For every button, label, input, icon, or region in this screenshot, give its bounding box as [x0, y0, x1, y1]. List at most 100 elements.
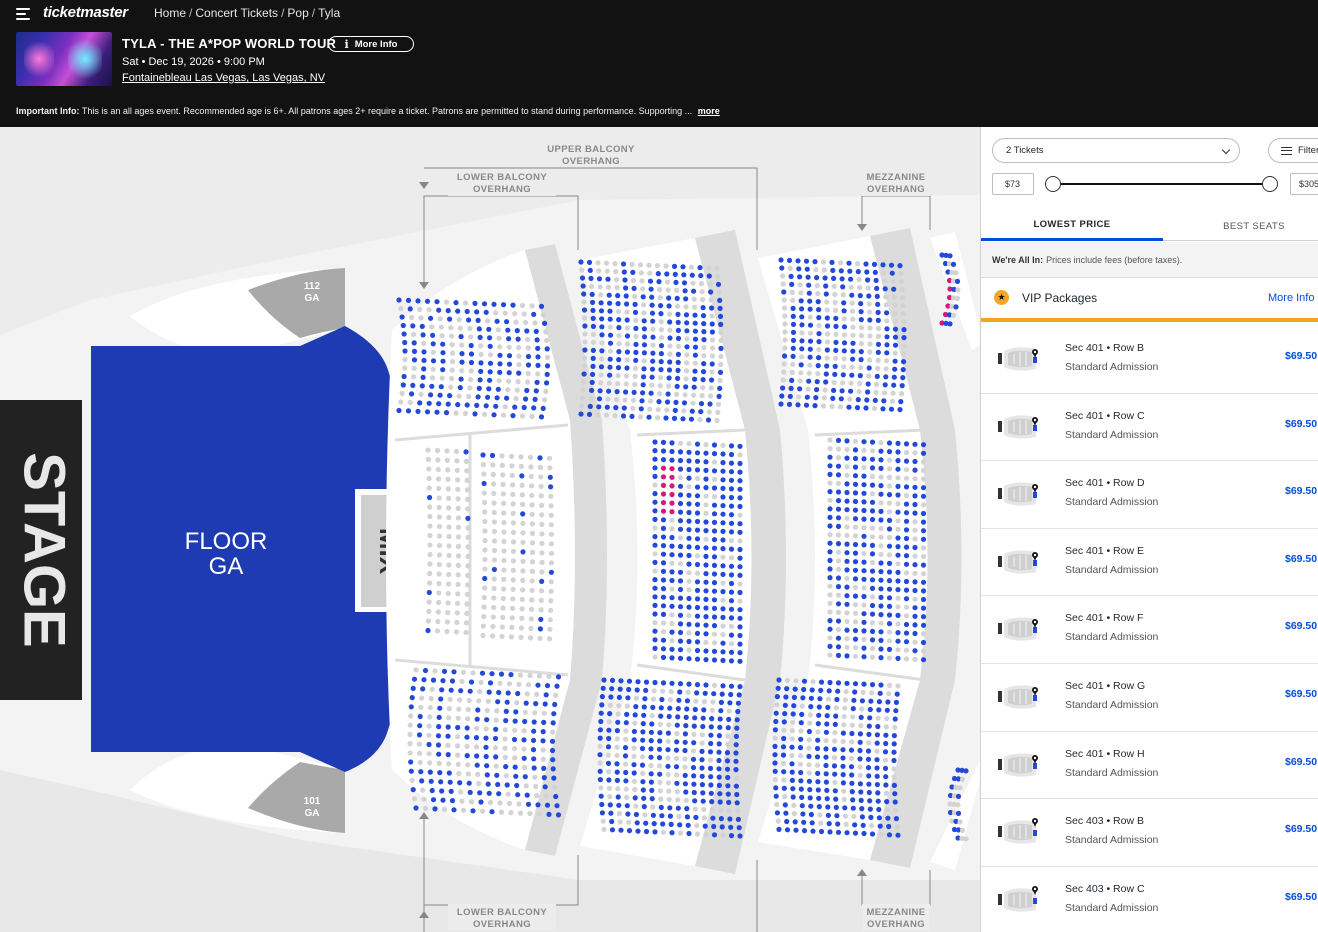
- seat[interactable]: [700, 715, 706, 721]
- seat[interactable]: [652, 516, 658, 523]
- seat[interactable]: [861, 576, 867, 582]
- seat[interactable]: [445, 467, 451, 473]
- seat[interactable]: [866, 365, 872, 371]
- seat[interactable]: [920, 657, 927, 663]
- seat[interactable]: [660, 629, 667, 635]
- seat[interactable]: [476, 385, 482, 391]
- seat[interactable]: [717, 313, 724, 319]
- seat[interactable]: [479, 808, 486, 814]
- seat[interactable]: [782, 794, 788, 800]
- seat[interactable]: [623, 769, 629, 776]
- seat[interactable]: [632, 293, 638, 299]
- seat[interactable]: [694, 501, 701, 507]
- seat[interactable]: [844, 610, 850, 616]
- seat[interactable]: [446, 571, 452, 578]
- seat[interactable]: [460, 669, 467, 675]
- seat[interactable]: [833, 339, 839, 345]
- seat[interactable]: [895, 526, 901, 533]
- seat[interactable]: [681, 408, 687, 414]
- seat[interactable]: [637, 262, 644, 268]
- seat[interactable]: [422, 667, 429, 674]
- seat[interactable]: [867, 357, 873, 363]
- seat[interactable]: [694, 596, 701, 602]
- seat[interactable]: [483, 726, 489, 732]
- seat[interactable]: [493, 763, 499, 769]
- seat[interactable]: [506, 378, 512, 384]
- seat[interactable]: [781, 727, 787, 733]
- seat[interactable]: [692, 360, 698, 366]
- seat[interactable]: [774, 810, 781, 816]
- seat[interactable]: [681, 280, 688, 286]
- seat[interactable]: [878, 629, 884, 635]
- seat[interactable]: [529, 559, 536, 565]
- seat[interactable]: [503, 773, 509, 779]
- seat[interactable]: [685, 822, 691, 828]
- seat[interactable]: [446, 533, 452, 540]
- seat[interactable]: [790, 329, 797, 335]
- seat[interactable]: [898, 399, 904, 405]
- seat[interactable]: [700, 369, 707, 375]
- seat[interactable]: [701, 806, 707, 813]
- ticket-listing[interactable]: Sec 401 • Row B Standard Admission $69.5…: [981, 326, 1318, 394]
- seat[interactable]: [660, 465, 667, 471]
- seat[interactable]: [799, 322, 805, 328]
- seat[interactable]: [841, 796, 847, 803]
- seat[interactable]: [920, 485, 927, 491]
- seat[interactable]: [703, 605, 709, 611]
- seat[interactable]: [709, 337, 716, 343]
- seat[interactable]: [465, 582, 471, 588]
- seat[interactable]: [840, 372, 846, 378]
- seat[interactable]: [510, 586, 516, 593]
- seat[interactable]: [529, 540, 536, 546]
- seat[interactable]: [411, 796, 418, 802]
- seat[interactable]: [501, 567, 507, 573]
- seat[interactable]: [815, 299, 821, 305]
- seat[interactable]: [806, 770, 812, 776]
- seat[interactable]: [669, 448, 675, 455]
- seat[interactable]: [900, 295, 906, 301]
- seat[interactable]: [686, 518, 692, 524]
- seat[interactable]: [493, 310, 499, 316]
- seat[interactable]: [837, 260, 844, 266]
- seat[interactable]: [519, 302, 526, 309]
- seat[interactable]: [895, 630, 901, 636]
- seat[interactable]: [840, 763, 846, 769]
- seat[interactable]: [912, 536, 918, 542]
- seat[interactable]: [869, 473, 876, 480]
- seat[interactable]: [605, 744, 612, 750]
- breadcrumb-tyla[interactable]: Tyla: [318, 6, 340, 20]
- seat[interactable]: [674, 722, 680, 728]
- seat[interactable]: [497, 344, 503, 350]
- seat[interactable]: [920, 588, 927, 594]
- seat[interactable]: [869, 534, 876, 540]
- seat[interactable]: [831, 275, 837, 281]
- seat[interactable]: [692, 320, 698, 326]
- seat[interactable]: [852, 689, 858, 695]
- seat[interactable]: [711, 657, 718, 663]
- seat[interactable]: [886, 440, 893, 446]
- seat[interactable]: [895, 544, 901, 550]
- seat[interactable]: [903, 544, 910, 550]
- seat[interactable]: [694, 536, 701, 542]
- seat[interactable]: [465, 716, 471, 722]
- seat[interactable]: [615, 794, 621, 800]
- seat[interactable]: [427, 542, 433, 548]
- seat[interactable]: [613, 397, 620, 403]
- seat[interactable]: [426, 589, 432, 596]
- seat[interactable]: [832, 363, 838, 369]
- seat[interactable]: [482, 547, 488, 553]
- seat[interactable]: [716, 749, 722, 755]
- seat[interactable]: [831, 283, 837, 289]
- seat[interactable]: [596, 396, 603, 402]
- seat[interactable]: [608, 810, 614, 816]
- seat[interactable]: [448, 788, 454, 795]
- seat[interactable]: [728, 451, 735, 458]
- seat[interactable]: [806, 282, 812, 288]
- seat[interactable]: [875, 309, 881, 315]
- seat[interactable]: [418, 315, 424, 321]
- seat[interactable]: [806, 737, 812, 743]
- seat[interactable]: [462, 300, 469, 306]
- seat[interactable]: [801, 828, 808, 834]
- seat[interactable]: [529, 492, 535, 498]
- seat[interactable]: [464, 725, 470, 731]
